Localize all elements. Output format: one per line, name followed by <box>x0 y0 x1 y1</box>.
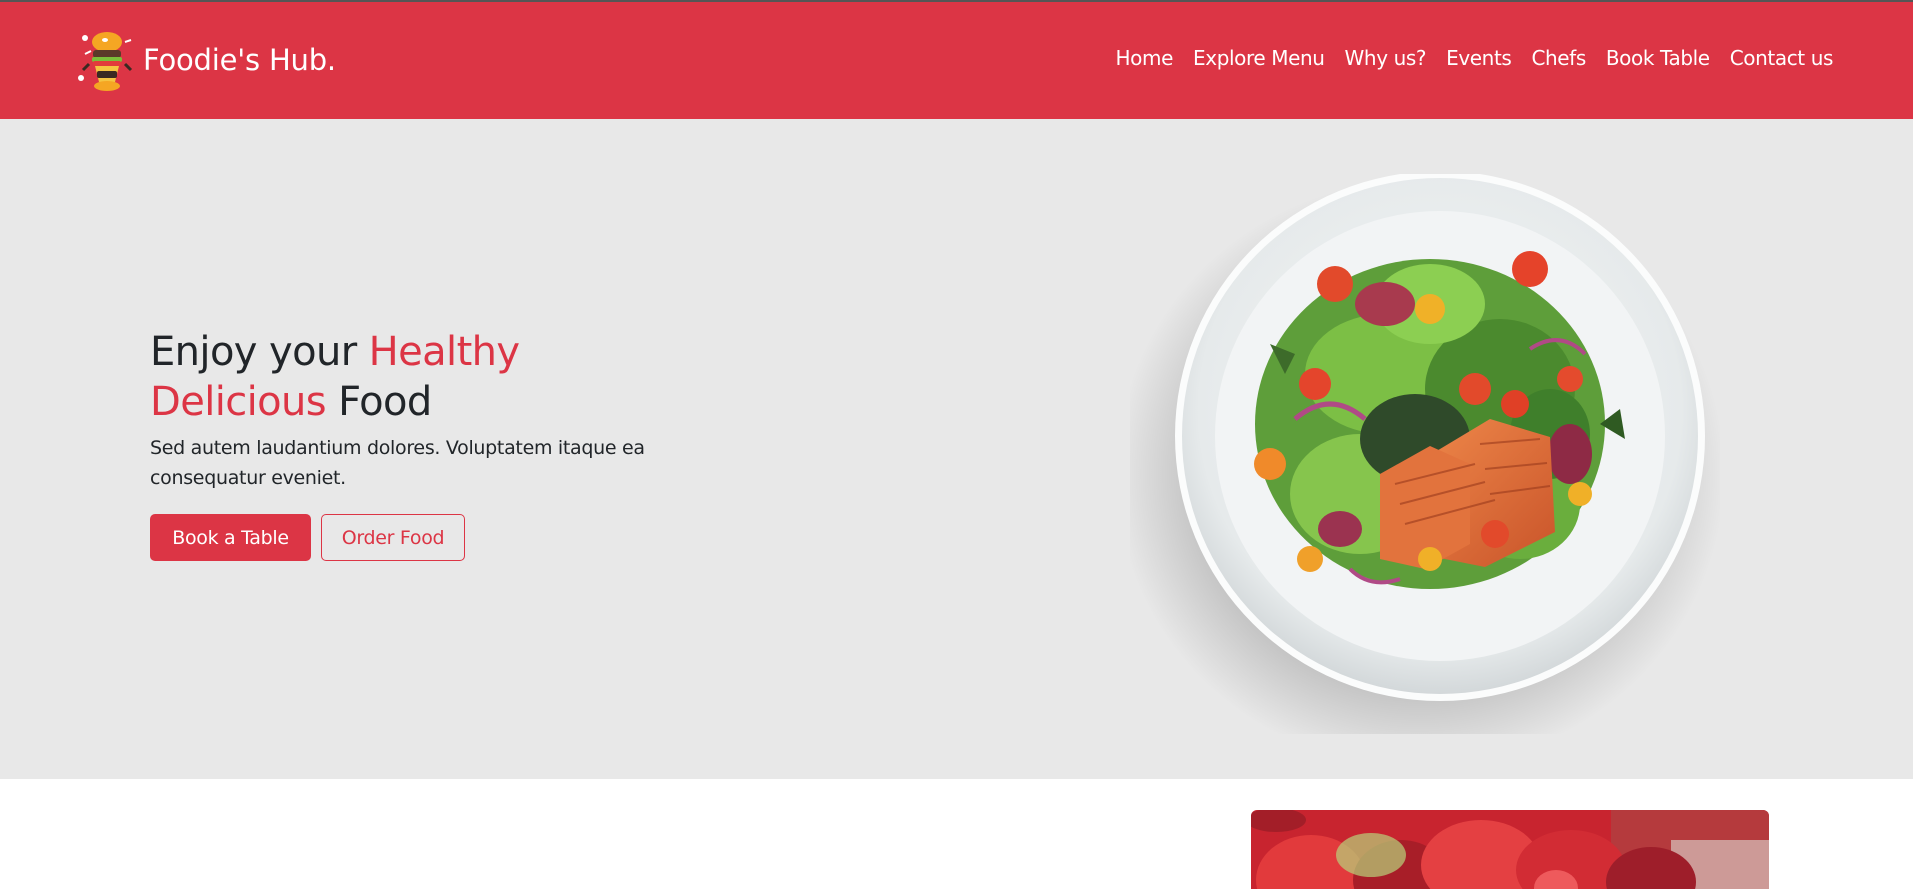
site-header: Foodie's Hub. Home Explore Menu Why us? … <box>0 2 1913 119</box>
hero-title-accent-delicious: Delicious <box>150 379 327 425</box>
nav-item-why-us[interactable]: Why us? <box>1335 46 1437 70</box>
brand-logo-link[interactable]: Foodie's Hub. <box>75 26 336 94</box>
hero-lead-text: Sed autem laudantium dolores. Voluptatem… <box>150 437 645 489</box>
nav-item-chefs[interactable]: Chefs <box>1521 46 1595 70</box>
order-food-button[interactable]: Order Food <box>321 514 465 561</box>
burger-chef-mascot-icon <box>78 32 133 91</box>
nav-item-book-table[interactable]: Book Table <box>1596 46 1720 70</box>
book-table-button[interactable]: Book a Table <box>150 514 311 561</box>
hero-title-accent-healthy: Healthy <box>368 329 520 375</box>
brand-name: Foodie's Hub. <box>143 43 336 77</box>
nav-item-events[interactable]: Events <box>1436 46 1521 70</box>
nav-item-contact-us[interactable]: Contact us <box>1720 46 1843 70</box>
main-nav: Home Explore Menu Why us? Events Chefs B… <box>1106 46 1843 70</box>
nav-item-home[interactable]: Home <box>1106 46 1183 70</box>
strawberries-illustration <box>1251 810 1769 889</box>
salmon-salad-plate-image <box>1130 174 1720 734</box>
strawberries-image <box>1251 810 1769 889</box>
nav-item-explore-menu[interactable]: Explore Menu <box>1183 46 1335 70</box>
plate-illustration <box>1130 174 1720 734</box>
hero-title-part2: Food <box>326 379 432 425</box>
hero-title-part1: Enjoy your <box>150 329 369 375</box>
hero-title: Enjoy your Healthy Delicious Food <box>150 327 790 427</box>
hero-section: Enjoy your Healthy Delicious Food Sed aut… <box>0 119 1913 779</box>
